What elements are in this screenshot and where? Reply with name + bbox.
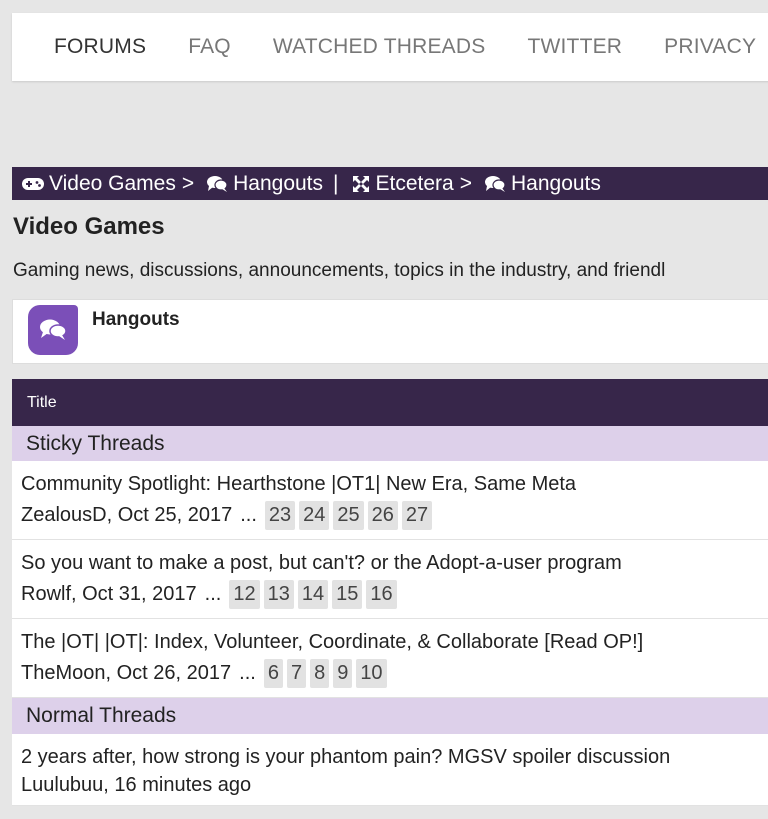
table-row: So you want to make a post, but can't? o… bbox=[12, 540, 768, 619]
page-link[interactable]: 23 bbox=[264, 501, 296, 530]
thread-table: Title Sticky Threads Community Spotlight… bbox=[12, 379, 768, 806]
page-link[interactable]: 25 bbox=[333, 501, 364, 530]
page-ellipsis: ... bbox=[204, 583, 222, 605]
page-description: Gaming news, discussions, announcements,… bbox=[13, 260, 666, 281]
section-label: Sticky Threads bbox=[26, 431, 165, 455]
nav-faq[interactable]: FAQ bbox=[188, 35, 231, 59]
thread-meta: Luulubuu, 16 minutes ago bbox=[21, 774, 251, 797]
page-link[interactable]: 14 bbox=[297, 580, 329, 609]
nav-privacy[interactable]: PRIVACY bbox=[664, 35, 756, 59]
breadcrumb-label: Video Games bbox=[49, 171, 176, 195]
section-sticky: Sticky Threads bbox=[12, 426, 768, 461]
page-link[interactable]: 26 bbox=[367, 501, 398, 530]
thread-meta: ZealousD, Oct 25, 2017 ... 23 24 25 26 2… bbox=[21, 501, 436, 530]
forum-name[interactable]: Hangouts bbox=[92, 309, 180, 331]
breadcrumb-hangouts[interactable]: Hangouts bbox=[200, 172, 323, 196]
page-link[interactable]: 10 bbox=[356, 659, 387, 688]
chat-bubbles-icon bbox=[28, 305, 78, 355]
page-link[interactable]: 24 bbox=[299, 501, 330, 530]
column-title: Title bbox=[27, 393, 57, 411]
breadcrumb-label: Etcetera bbox=[375, 171, 454, 195]
thread-author-date: TheMoon, Oct 26, 2017 bbox=[21, 662, 232, 684]
breadcrumb-etcetera[interactable]: Etcetera bbox=[351, 172, 454, 196]
page-link[interactable]: 16 bbox=[366, 580, 397, 609]
nav-watched-threads[interactable]: WATCHED THREADS bbox=[273, 35, 486, 59]
thread-author-date: Luulubuu, 16 minutes ago bbox=[21, 774, 252, 796]
comments-icon bbox=[206, 172, 228, 196]
comments-icon bbox=[484, 172, 506, 196]
thread-title[interactable]: 2 years after, how strong is your phanto… bbox=[21, 746, 670, 769]
forum-card: Hangouts bbox=[12, 299, 768, 364]
thread-author-date: Rowlf, Oct 31, 2017 bbox=[21, 583, 197, 605]
gamepad-icon bbox=[21, 172, 45, 196]
breadcrumb-chevron: > bbox=[181, 171, 195, 195]
thread-meta: TheMoon, Oct 26, 2017 ... 6 7 8 9 10 bbox=[21, 659, 391, 688]
thread-title[interactable]: The |OT| |OT|: Index, Volunteer, Coordin… bbox=[21, 631, 643, 654]
page-link[interactable]: 13 bbox=[263, 580, 294, 609]
breadcrumb-chevron: > bbox=[459, 171, 472, 195]
breadcrumb-divider: | bbox=[333, 171, 339, 195]
section-label: Normal Threads bbox=[26, 704, 177, 727]
breadcrumb-label: Hangouts bbox=[510, 171, 601, 195]
expand-arrows-icon bbox=[351, 172, 371, 196]
page-link[interactable]: 7 bbox=[286, 659, 307, 688]
page-link[interactable]: 6 bbox=[263, 659, 283, 688]
breadcrumb-hangouts-2[interactable]: Hangouts bbox=[478, 172, 601, 196]
section-normal: Normal Threads bbox=[12, 698, 768, 734]
top-nav: FORUMS FAQ WATCHED THREADS TWITTER PRIVA… bbox=[12, 13, 768, 81]
breadcrumb-label: Hangouts bbox=[233, 171, 324, 195]
thread-title[interactable]: So you want to make a post, but can't? o… bbox=[21, 552, 622, 575]
thread-author-date: ZealousD, Oct 25, 2017 bbox=[21, 504, 233, 526]
thread-title[interactable]: Community Spotlight: Hearthstone |OT1| N… bbox=[21, 473, 576, 496]
page-ellipsis: ... bbox=[239, 662, 256, 684]
nav-twitter[interactable]: TWITTER bbox=[527, 35, 622, 59]
thread-meta: Rowlf, Oct 31, 2017 ... 12 13 14 15 16 bbox=[21, 580, 401, 609]
nav-forums[interactable]: FORUMS bbox=[54, 35, 146, 59]
table-row: Community Spotlight: Hearthstone |OT1| N… bbox=[12, 461, 768, 540]
page-link[interactable]: 27 bbox=[401, 501, 433, 530]
page-link[interactable]: 12 bbox=[229, 580, 260, 609]
breadcrumb: Video Games > Hangouts | Etcetera > Hang… bbox=[12, 167, 768, 200]
page-link[interactable]: 9 bbox=[333, 659, 353, 688]
breadcrumb-video-games[interactable]: Video Games bbox=[21, 172, 176, 196]
page-link[interactable]: 8 bbox=[310, 659, 330, 688]
page-ellipsis: ... bbox=[240, 504, 257, 526]
table-row: The |OT| |OT|: Index, Volunteer, Coordin… bbox=[12, 619, 768, 698]
page-link[interactable]: 15 bbox=[332, 580, 363, 609]
table-row: 2 years after, how strong is your phanto… bbox=[12, 734, 768, 806]
page-title: Video Games bbox=[13, 213, 165, 240]
table-header: Title bbox=[12, 379, 768, 426]
